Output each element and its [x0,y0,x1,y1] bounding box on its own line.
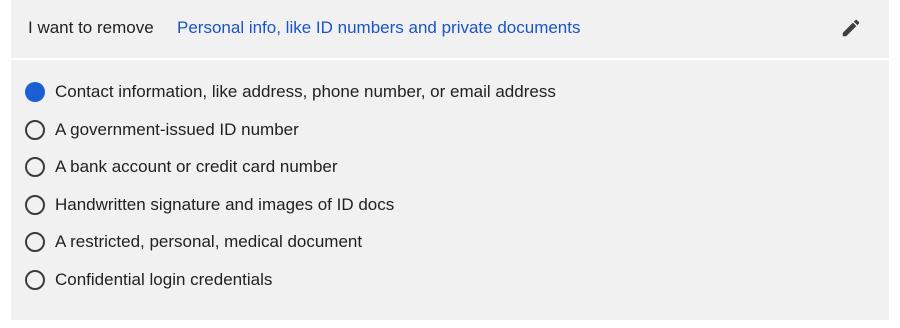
edit-button[interactable] [837,14,865,42]
divider [11,58,889,60]
option-bank-account[interactable]: A bank account or credit card number [25,152,645,182]
radio-unselected-icon[interactable] [25,157,45,177]
header-label: I want to remove [28,18,154,37]
radio-selected-icon[interactable] [25,82,45,102]
radio-unselected-icon[interactable] [25,270,45,290]
radio-unselected-icon[interactable] [25,120,45,140]
option-contact-information[interactable]: Contact information, like address, phone… [25,77,645,107]
removal-type-header: I want to remove Personal info, like ID … [11,0,889,58]
option-label: Handwritten signature and images of ID d… [55,195,395,214]
pencil-icon [842,19,860,37]
option-medical-document[interactable]: A restricted, personal, medical document [25,227,645,257]
option-signature-id-docs[interactable]: Handwritten signature and images of ID d… [25,190,645,220]
removal-request-panel: I want to remove Personal info, like ID … [11,0,889,320]
option-label: A bank account or credit card number [55,157,338,176]
selected-removal-type[interactable]: Personal info, like ID numbers and priva… [177,17,580,39]
option-label: Confidential login credentials [55,270,273,289]
radio-unselected-icon[interactable] [25,195,45,215]
option-label: Contact information, like address, phone… [55,82,556,101]
option-government-id[interactable]: A government-issued ID number [25,115,645,145]
radio-unselected-icon[interactable] [25,232,45,252]
option-login-credentials[interactable]: Confidential login credentials [25,265,645,295]
option-label: A government-issued ID number [55,120,299,139]
option-label: A restricted, personal, medical document [55,232,363,251]
